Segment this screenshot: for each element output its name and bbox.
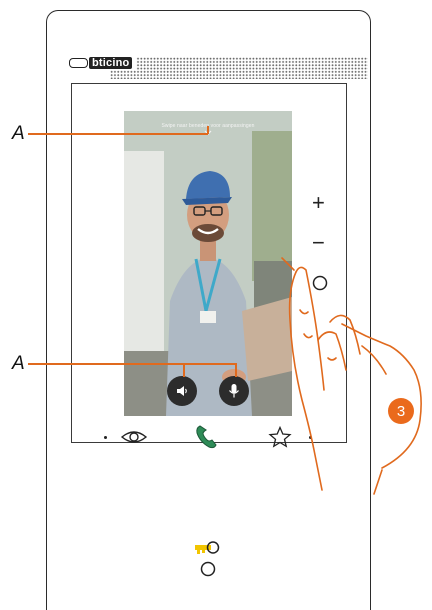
lock-button[interactable] (199, 560, 217, 578)
hand-illustration (281, 257, 422, 495)
microphone-icon (229, 384, 239, 398)
courier-image (124, 111, 292, 416)
step-badge: 3 (388, 398, 414, 424)
volume-up-button[interactable]: + (312, 192, 325, 214)
annotation-leader-top-tick (207, 126, 209, 134)
eye-icon[interactable] (120, 428, 148, 446)
speaker-button[interactable] (167, 376, 197, 406)
speaker-grille (110, 57, 368, 79)
speaker-icon (177, 386, 187, 396)
annotation-leader-top (28, 133, 208, 135)
annotation-leader-speaker (183, 363, 185, 377)
annotation-leader-mic (235, 363, 237, 377)
video-feed[interactable]: Swipe naar beneden voor aanpassingen (124, 111, 292, 416)
key-icon[interactable] (194, 540, 220, 556)
microphone-button[interactable] (219, 376, 249, 406)
annotation-leader-bottom (28, 363, 236, 365)
brand-logo-text: bticino (89, 57, 133, 69)
annotation-label-bottom: A (12, 353, 25, 374)
brand-logo: bticino (69, 56, 137, 70)
brand-logo-mark (69, 58, 88, 68)
annotation-label-top: A (12, 123, 25, 144)
phone-handset-icon[interactable] (195, 424, 219, 450)
indicator-dot-left (104, 436, 107, 439)
